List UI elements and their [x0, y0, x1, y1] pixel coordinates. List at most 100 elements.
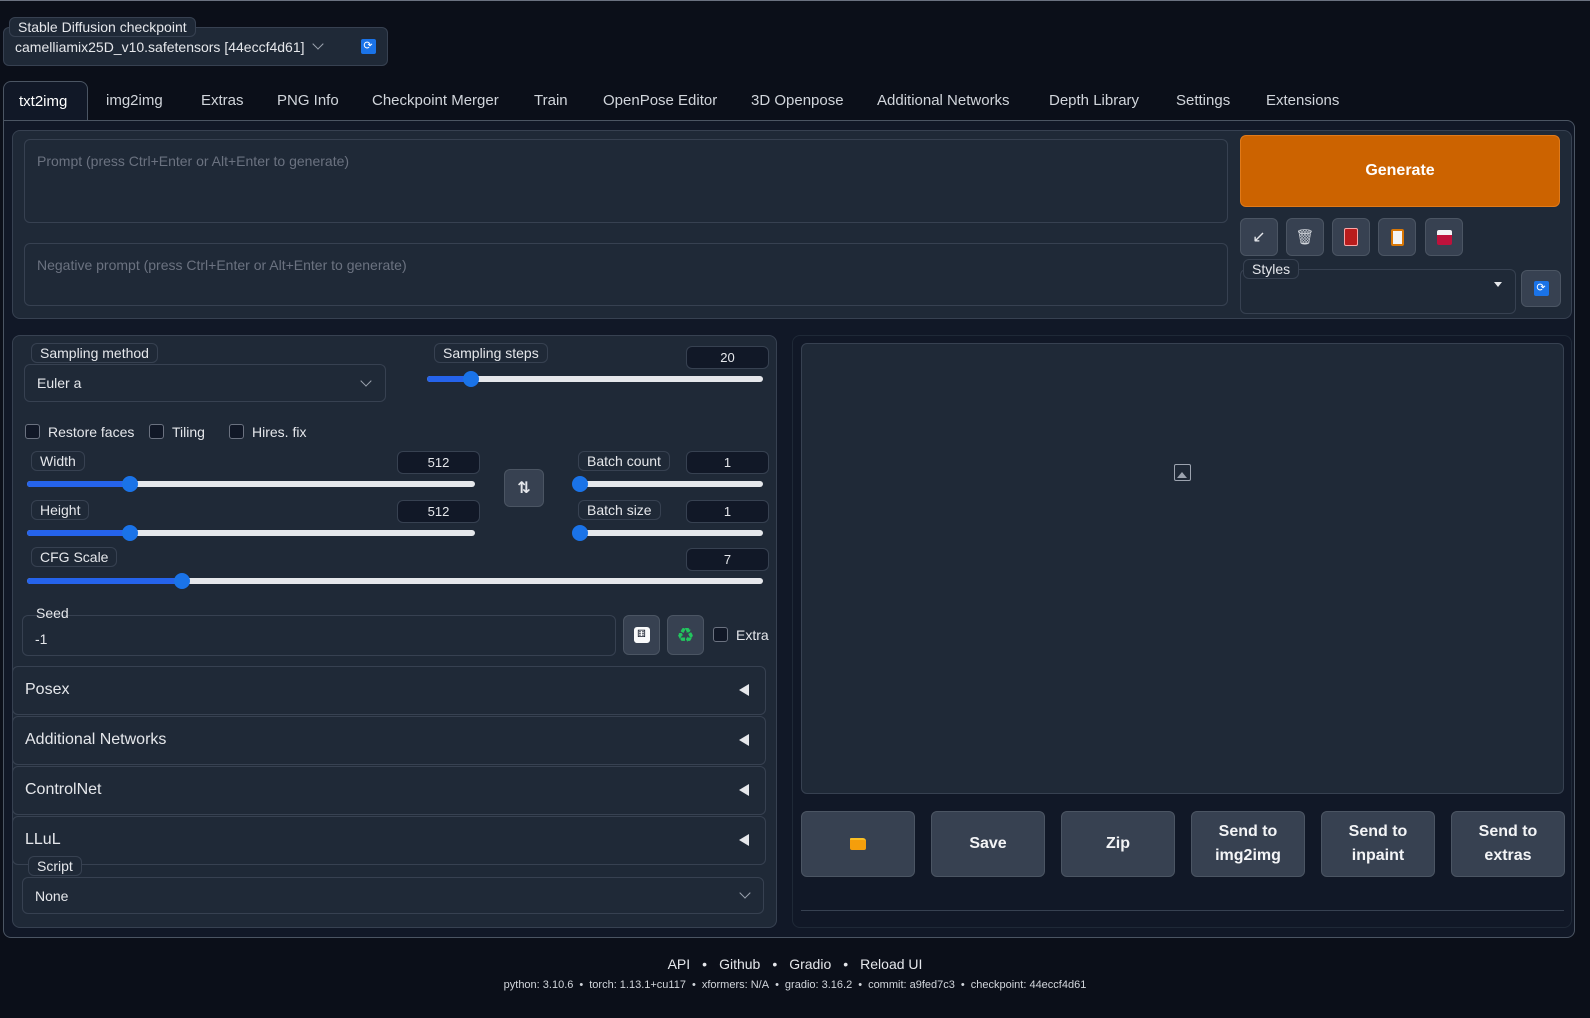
arrow-icon: ↙ — [1252, 229, 1266, 246]
hires-fix-checkbox[interactable] — [229, 424, 244, 439]
slider-thumb[interactable] — [572, 476, 588, 492]
tab-depth-library[interactable]: Depth Library — [1049, 81, 1139, 121]
zip-button[interactable]: Zip — [1061, 811, 1175, 877]
collapse-arrow-icon — [739, 784, 749, 796]
tab-img2img[interactable]: img2img — [106, 81, 163, 121]
styles-label: Styles — [1243, 259, 1300, 279]
folder-icon — [850, 838, 866, 850]
generate-button[interactable]: Generate — [1240, 135, 1560, 207]
output-image-area — [801, 343, 1564, 794]
batch-size-slider[interactable] — [572, 525, 763, 541]
width-slider[interactable] — [27, 476, 475, 492]
restore-faces-checkbox[interactable] — [25, 424, 40, 439]
apply-styles-button[interactable] — [1378, 218, 1416, 256]
clipboard-icon — [1390, 228, 1404, 246]
slider-thumb[interactable] — [572, 525, 588, 541]
extra-seed-label: Extra — [736, 627, 769, 643]
batch-size-input[interactable]: 1 — [686, 500, 769, 523]
prompt-input[interactable]: Prompt (press Ctrl+Enter or Alt+Enter to… — [24, 139, 1228, 223]
batch-count-slider[interactable] — [572, 476, 763, 492]
negative-prompt-input[interactable]: Negative prompt (press Ctrl+Enter or Alt… — [24, 243, 1228, 306]
tab-train[interactable]: Train — [534, 81, 568, 121]
accordion-posex[interactable]: Posex — [12, 666, 766, 715]
send-to-extras-button[interactable]: Send to extras — [1451, 811, 1565, 877]
footer-link-api[interactable]: API — [668, 956, 691, 972]
collapse-arrow-icon — [739, 834, 749, 846]
slider-thumb[interactable] — [173, 573, 190, 589]
footer-separator: • — [858, 979, 863, 991]
slider-fill — [27, 578, 182, 584]
cfg-scale-slider[interactable] — [27, 573, 763, 589]
save-style-button[interactable] — [1425, 218, 1463, 256]
image-placeholder-icon — [1174, 464, 1191, 481]
random-seed-button[interactable]: ⚅ — [623, 615, 660, 655]
restore-faces-label: Restore faces — [48, 424, 135, 440]
extra-seed-checkbox[interactable] — [713, 627, 728, 642]
swap-dimensions-button[interactable]: ⇅ — [504, 469, 544, 507]
seed-input[interactable]: -1 — [22, 615, 616, 656]
hires-fix-label: Hires. fix — [252, 424, 307, 440]
tab-openpose-editor[interactable]: OpenPose Editor — [603, 81, 717, 121]
tab-extensions[interactable]: Extensions — [1266, 81, 1339, 121]
paste-arrow-button[interactable]: ↙ — [1240, 218, 1278, 256]
recycle-icon: ♻ — [676, 624, 695, 647]
script-dropdown[interactable]: None — [22, 877, 764, 914]
version-gradio: gradio: 3.16.2 — [784, 979, 853, 991]
script-value: None — [35, 887, 69, 904]
generate-label: Generate — [1365, 162, 1435, 179]
output-info-divider — [801, 910, 1564, 911]
slider-thumb[interactable] — [122, 525, 139, 541]
negative-prompt-placeholder: Negative prompt (press Ctrl+Enter or Alt… — [37, 257, 407, 273]
tab-3d-openpose[interactable]: 3D Openpose — [751, 81, 844, 121]
extra-networks-button[interactable] — [1332, 218, 1370, 256]
height-label: Height — [31, 500, 90, 520]
caret-down-icon — [1494, 282, 1502, 287]
checkpoint-refresh-button[interactable]: ⟳ — [354, 35, 382, 58]
footer-link-github[interactable]: Github — [719, 956, 760, 972]
save-button[interactable]: Save — [931, 811, 1045, 877]
trash-icon: 🗑 — [1295, 229, 1315, 246]
checkpoint-dropdown[interactable]: camelliamix25D_v10.safetensors [44eccf4d… — [3, 28, 337, 65]
sampling-steps-slider[interactable] — [427, 371, 763, 387]
reuse-seed-button[interactable]: ♻ — [667, 615, 704, 655]
tab-extras[interactable]: Extras — [201, 81, 244, 121]
height-slider[interactable] — [27, 525, 475, 541]
script-label: Script — [28, 856, 82, 876]
tab-txt2img[interactable]: txt2img — [3, 81, 88, 121]
send-to-img2img-button[interactable]: Send to img2img — [1191, 811, 1305, 877]
version-checkpoint: checkpoint: 44eccf4d61 — [970, 979, 1087, 991]
tab-png-info[interactable]: PNG Info — [277, 81, 339, 121]
footer-link-reload-ui[interactable]: Reload UI — [860, 956, 922, 972]
open-folder-button[interactable] — [801, 811, 915, 877]
accordion-controlnet[interactable]: ControlNet — [12, 766, 766, 815]
accordion-additional-networks[interactable]: Additional Networks — [12, 716, 766, 765]
batch-count-input[interactable]: 1 — [686, 451, 769, 474]
sampling-method-dropdown[interactable]: Euler a — [24, 364, 386, 402]
sampling-method-value: Euler a — [37, 375, 82, 391]
tab-settings[interactable]: Settings — [1176, 81, 1230, 121]
prompt-placeholder: Prompt (press Ctrl+Enter or Alt+Enter to… — [37, 153, 350, 169]
tab-checkpoint-merger[interactable]: Checkpoint Merger — [372, 81, 499, 121]
footer-separator: • — [772, 956, 778, 972]
tiling-label: Tiling — [172, 424, 205, 440]
accordion-llul[interactable]: LLuL — [12, 816, 766, 865]
window-top-border — [0, 0, 1590, 3]
sampling-steps-input[interactable]: 20 — [686, 346, 769, 369]
checkpoint-value: camelliamix25D_v10.safetensors [44eccf4d… — [15, 38, 305, 55]
collapse-arrow-icon — [739, 734, 749, 746]
width-input[interactable]: 512 — [397, 451, 480, 474]
version-commit: commit: a9fed7c3 — [868, 979, 955, 991]
tiling-checkbox[interactable] — [149, 424, 164, 439]
cfg-scale-input[interactable]: 7 — [686, 548, 769, 571]
footer-link-gradio[interactable]: Gradio — [789, 956, 831, 972]
height-input[interactable]: 512 — [397, 500, 480, 523]
accordion-title: LLuL — [25, 831, 61, 848]
save-icon — [1436, 229, 1452, 245]
styles-refresh-button[interactable]: ⟳ — [1521, 270, 1561, 307]
send-to-inpaint-button[interactable]: Send to inpaint — [1321, 811, 1435, 877]
tab-additional-networks[interactable]: Additional Networks — [877, 81, 1010, 121]
slider-thumb[interactable] — [122, 476, 139, 492]
slider-thumb[interactable] — [462, 371, 479, 387]
width-label: Width — [31, 451, 85, 471]
clear-prompt-button[interactable]: 🗑 — [1286, 218, 1324, 256]
